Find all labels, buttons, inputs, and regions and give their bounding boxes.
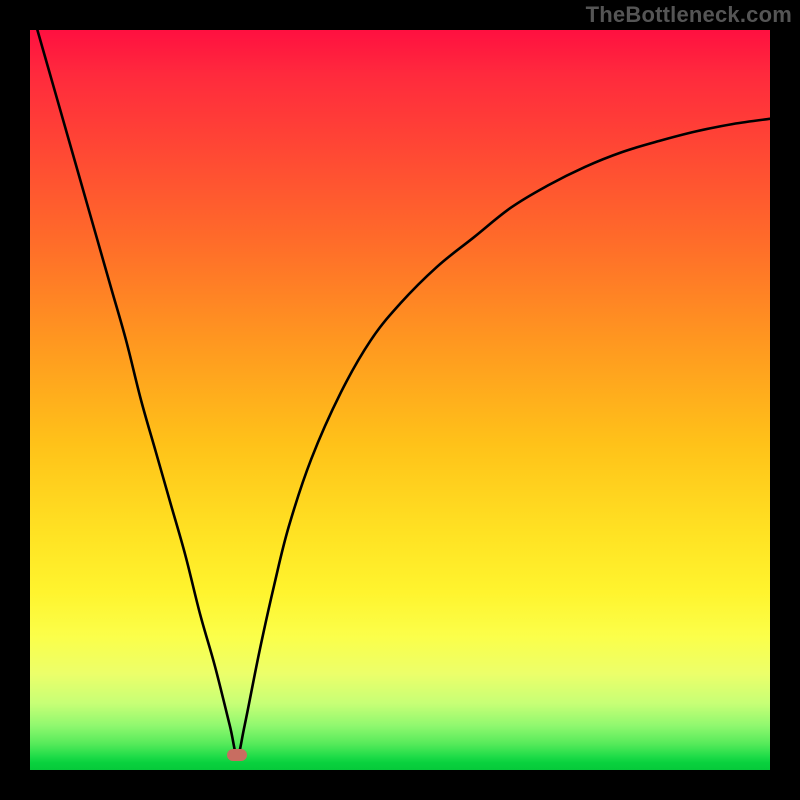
minimum-marker [227,749,247,761]
plot-area [30,30,770,770]
bottleneck-curve [30,30,770,770]
watermark-text: TheBottleneck.com [586,2,792,28]
chart-frame: TheBottleneck.com [0,0,800,800]
